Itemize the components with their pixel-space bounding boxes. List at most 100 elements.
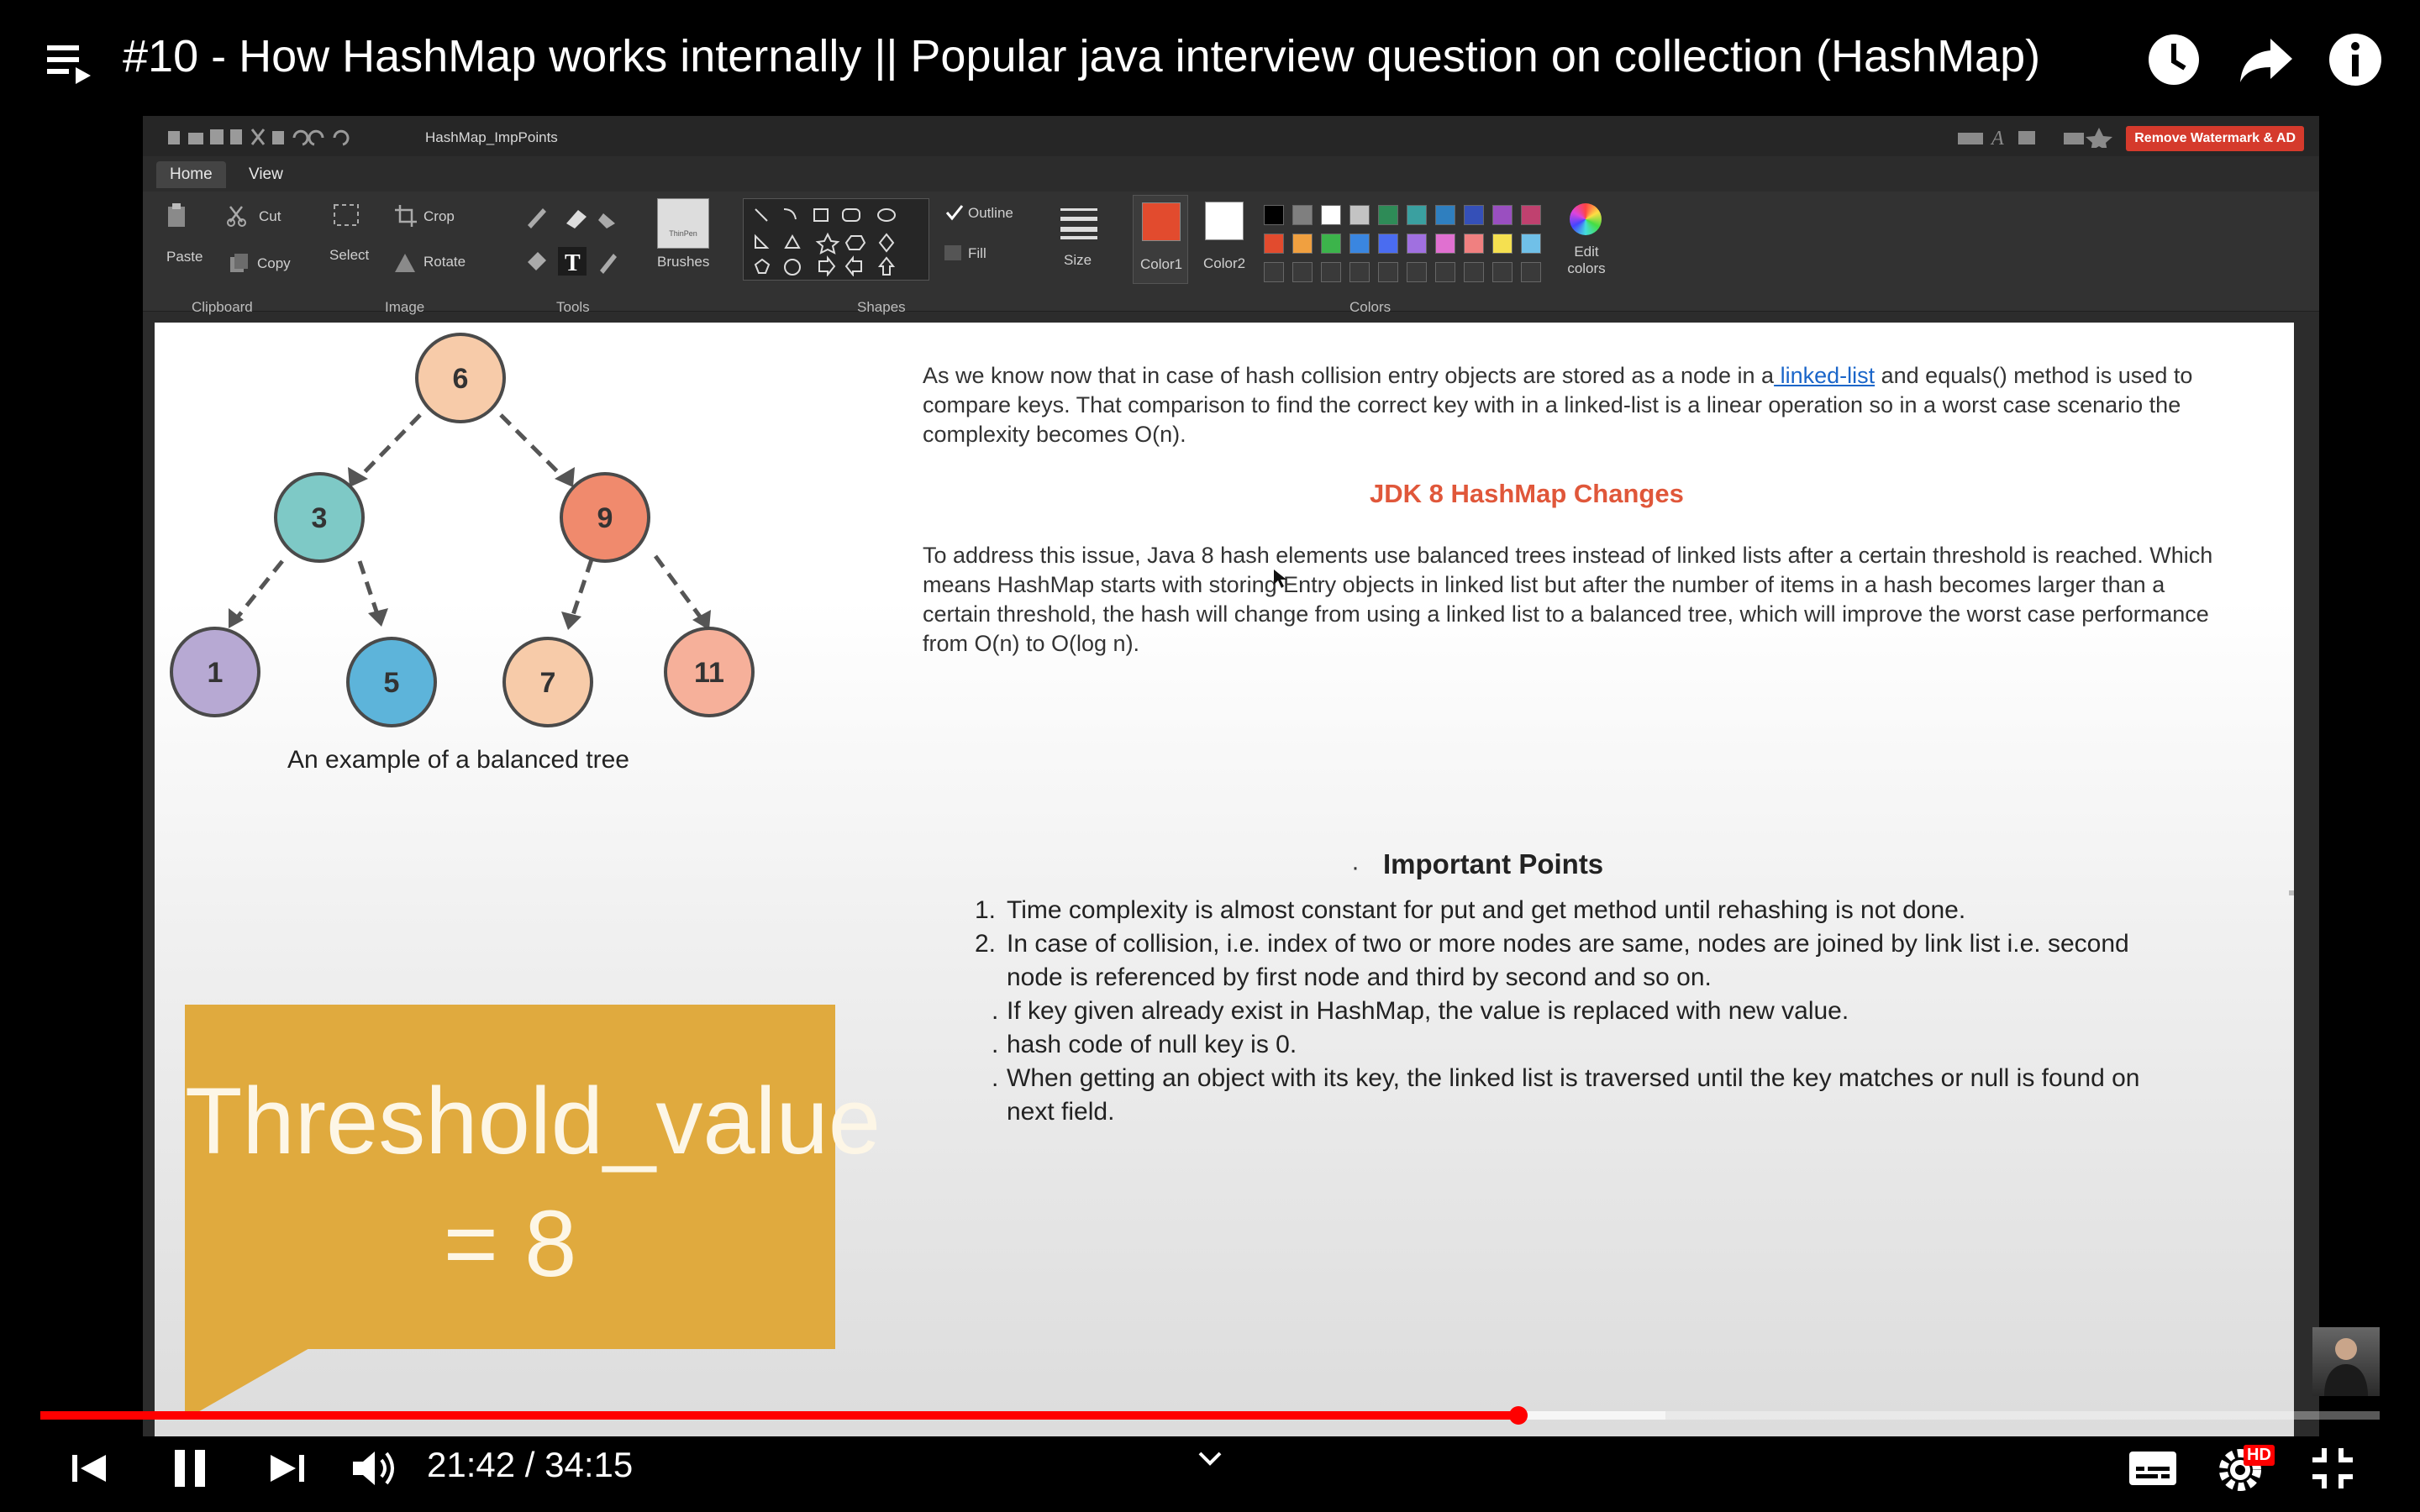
- tools-icons[interactable]: T: [523, 203, 623, 282]
- palette-empty-swatch[interactable]: [1435, 262, 1455, 282]
- info-icon[interactable]: [2326, 30, 2385, 89]
- palette-swatch[interactable]: [1321, 205, 1341, 225]
- palette-swatch[interactable]: [1292, 234, 1313, 254]
- share-icon[interactable]: [2237, 30, 2296, 89]
- palette-empty-swatch[interactable]: [1292, 262, 1313, 282]
- svg-text:A: A: [1990, 128, 2004, 148]
- tree-edge: [356, 413, 422, 480]
- palette-swatch[interactable]: [1521, 234, 1541, 254]
- palette-swatch[interactable]: [1292, 205, 1313, 225]
- palette-swatch[interactable]: [1407, 234, 1427, 254]
- size-icon[interactable]: [1060, 207, 1097, 240]
- color1-selector[interactable]: Color1: [1133, 195, 1188, 284]
- important-point-text: hash code of null key is 0.: [1007, 1031, 1297, 1058]
- important-point-number: 2.: [975, 930, 997, 958]
- tab-home[interactable]: Home: [156, 161, 226, 188]
- color2-selector[interactable]: Color2: [1198, 195, 1249, 282]
- chevron-down-icon[interactable]: [1197, 1448, 1223, 1468]
- captions-icon[interactable]: [2123, 1438, 2183, 1499]
- presenter-thumbnail: [2312, 1327, 2380, 1396]
- volume-icon[interactable]: [343, 1438, 403, 1499]
- outline-check-icon[interactable]: [944, 203, 965, 222]
- edit-colors-button[interactable]: Edit colors: [1560, 244, 1613, 277]
- paste-icon[interactable]: [166, 203, 188, 228]
- palette-empty-swatch[interactable]: [1464, 262, 1484, 282]
- tools-group-label: Tools: [556, 299, 590, 315]
- canvas-resize-handle[interactable]: [2289, 890, 2294, 895]
- palette-swatch[interactable]: [1521, 205, 1541, 225]
- tab-view[interactable]: View: [235, 161, 297, 188]
- palette-swatch[interactable]: [1435, 205, 1455, 225]
- color1-label: Color1: [1140, 256, 1183, 272]
- next-icon[interactable]: [257, 1438, 318, 1499]
- shapes-gallery[interactable]: [743, 198, 929, 281]
- select-icon[interactable]: [333, 203, 361, 228]
- remove-watermark-button[interactable]: Remove Watermark & AD: [2126, 126, 2304, 151]
- palette-swatch[interactable]: [1407, 205, 1427, 225]
- previous-icon[interactable]: [59, 1438, 119, 1499]
- palette-swatch[interactable]: [1492, 234, 1512, 254]
- important-bullet: ·: [1351, 853, 1360, 881]
- rotate-button[interactable]: Rotate: [424, 254, 466, 270]
- outline-dropdown[interactable]: Outline: [968, 205, 1013, 222]
- tree-edge: [234, 559, 284, 622]
- cut-icon[interactable]: [227, 205, 247, 227]
- palette-swatch[interactable]: [1464, 234, 1484, 254]
- quick-access-toolbar: HashMap_ImpPoints A Remove Watermark & A…: [143, 116, 2319, 156]
- colors-group-label: Colors: [1349, 299, 1392, 315]
- palette-swatch[interactable]: [1264, 205, 1284, 225]
- linked-list-link[interactable]: linked-list: [1774, 363, 1876, 388]
- palette-empty-swatch[interactable]: [1492, 262, 1512, 282]
- ribbon: Paste Cut Copy Select Crop Rotate T Thin…: [143, 192, 2319, 312]
- exit-fullscreen-icon[interactable]: [2302, 1438, 2363, 1499]
- brush-preview[interactable]: ThinPen: [657, 198, 709, 249]
- palette-swatch[interactable]: [1464, 205, 1484, 225]
- intro-paragraph: As we know now that in case of hash coll…: [923, 361, 2233, 449]
- tree-node-label: 1: [208, 657, 224, 689]
- shapes-icons[interactable]: [747, 202, 923, 276]
- tree-edge: [357, 560, 381, 617]
- clipboard-group-label: Clipboard: [192, 299, 253, 315]
- watch-later-icon[interactable]: [2144, 30, 2203, 89]
- palette-empty-swatch[interactable]: [1521, 262, 1541, 282]
- cut-button[interactable]: Cut: [259, 208, 281, 225]
- tree-edge: [499, 413, 566, 480]
- palette-swatch[interactable]: [1435, 234, 1455, 254]
- fill-dropdown[interactable]: Fill: [968, 245, 986, 262]
- palette-empty-swatch[interactable]: [1378, 262, 1398, 282]
- mouse-cursor-icon: [1274, 570, 1286, 588]
- important-point-text: When getting an object with its key, the…: [1007, 1064, 2140, 1126]
- crop-icon[interactable]: [395, 205, 417, 227]
- palette-swatch[interactable]: [1349, 234, 1370, 254]
- video-title[interactable]: #10 - How HashMap works internally || Po…: [123, 30, 2040, 82]
- palette-empty-swatch[interactable]: [1407, 262, 1427, 282]
- playlist-icon[interactable]: [44, 40, 94, 87]
- palette-swatch[interactable]: [1378, 205, 1398, 225]
- select-button[interactable]: Select: [329, 247, 369, 264]
- palette-swatch[interactable]: [1349, 205, 1370, 225]
- threshold-line-1: Threshold_value: [185, 1068, 881, 1173]
- threshold-text: Threshold_value = 8: [185, 1060, 881, 1305]
- threshold-callout-tail: [185, 1347, 311, 1420]
- palette-swatch[interactable]: [1378, 234, 1398, 254]
- palette-swatch[interactable]: [1321, 234, 1341, 254]
- quick-access-icons[interactable]: [168, 126, 420, 148]
- pause-icon[interactable]: [160, 1438, 220, 1499]
- window-tool-icons[interactable]: A: [1958, 126, 2134, 148]
- palette-empty-swatch[interactable]: [1321, 262, 1341, 282]
- crop-button[interactable]: Crop: [424, 208, 455, 225]
- copy-icon[interactable]: [229, 252, 249, 274]
- palette-swatch[interactable]: [1492, 205, 1512, 225]
- progress-scrubber[interactable]: [1509, 1406, 1528, 1425]
- palette-empty-swatch[interactable]: [1349, 262, 1370, 282]
- important-point-text: If key given already exist in HashMap, t…: [1007, 997, 1849, 1025]
- palette-empty-swatch[interactable]: [1264, 262, 1284, 282]
- copy-button[interactable]: Copy: [257, 255, 291, 272]
- svg-text:T: T: [565, 250, 581, 276]
- edit-colors-icon[interactable]: [1570, 203, 1602, 235]
- paste-button[interactable]: Paste: [166, 249, 203, 265]
- size-button[interactable]: Size: [1064, 252, 1092, 269]
- brushes-button[interactable]: Brushes: [657, 254, 709, 270]
- palette-swatch[interactable]: [1264, 234, 1284, 254]
- rotate-icon[interactable]: [393, 250, 418, 274]
